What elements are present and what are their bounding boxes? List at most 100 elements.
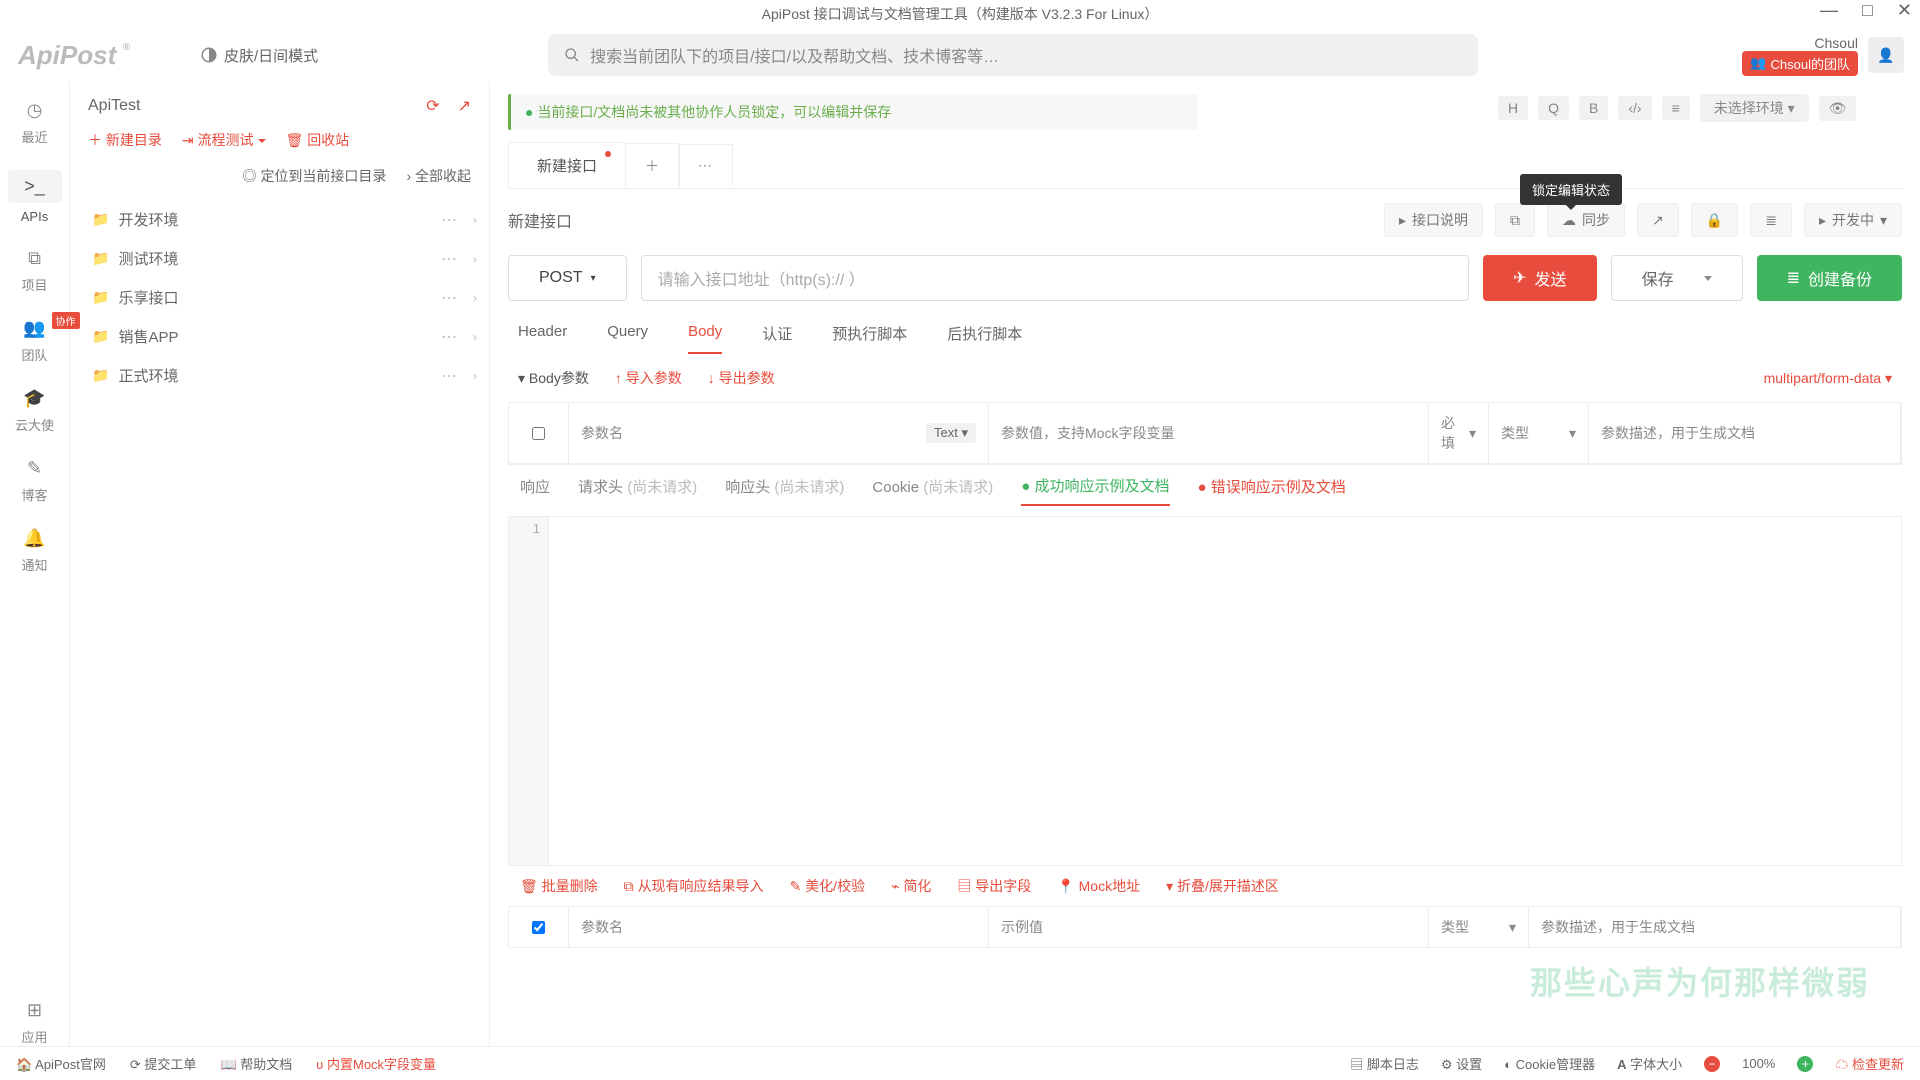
h-button[interactable]: H — [1498, 96, 1528, 120]
op-export-fields[interactable]: ▤ 导出字段 — [957, 876, 1031, 896]
resp-tab-success[interactable]: ● 成功响应示例及文档 — [1021, 475, 1169, 506]
doc-type-select[interactable]: 类型 ▾ — [1429, 907, 1529, 947]
more-icon[interactable]: ⋯ — [441, 210, 459, 230]
content-type-select[interactable]: multipart/form-data ▾ — [1764, 370, 1892, 387]
rail-cloud[interactable]: 🎓云大使 — [8, 388, 62, 434]
rail-blog[interactable]: ✎博客 — [8, 458, 62, 504]
more-icon[interactable]: ⋯ — [441, 288, 459, 308]
type-dropdown[interactable]: Text ▾ — [926, 423, 976, 443]
chevron-right-icon: › — [473, 291, 477, 305]
foot-ticket[interactable]: ⟳ 提交工单 — [130, 1054, 197, 1073]
folder-item[interactable]: 📁正式环境⋯› — [70, 356, 489, 395]
op-import-response[interactable]: ⧉ 从现有响应结果导入 — [624, 876, 764, 896]
foot-log[interactable]: ▤ 脚本日志 — [1350, 1054, 1419, 1073]
doc-name-input[interactable]: 参数名 — [569, 907, 989, 947]
backup-button[interactable]: ≣ 创建备份 — [1757, 255, 1902, 301]
subtab-postscript[interactable]: 后执行脚本 — [947, 323, 1022, 354]
resp-tab-error[interactable]: ● 错误响应示例及文档 — [1198, 476, 1346, 505]
more-icon[interactable]: ⋯ — [441, 249, 459, 269]
url-input[interactable]: 请输入接口地址（http(s):// ） — [641, 255, 1470, 301]
subtab-query[interactable]: Query — [607, 323, 648, 354]
doc-desc-input[interactable]: 参数描述，用于生成文档 — [1529, 907, 1901, 947]
folder-item[interactable]: 📁开发环境⋯› — [70, 200, 489, 239]
foot-cookie[interactable]: ◐ Cookie管理器 — [1504, 1054, 1595, 1073]
body-params-toggle[interactable]: ▾ Body参数 — [518, 368, 589, 388]
window-close[interactable]: ✕ — [1897, 0, 1912, 21]
send-button[interactable]: ✈ 发送 — [1483, 255, 1596, 301]
op-simplify[interactable]: ⌁ 简化 — [891, 876, 931, 896]
api-description-button[interactable]: ▸ 接口说明 — [1384, 203, 1483, 237]
share-icon[interactable]: ↗ — [458, 96, 471, 116]
resp-tab-cookie[interactable]: Cookie (尚未请求) — [872, 476, 993, 505]
subtab-body[interactable]: Body — [688, 323, 722, 354]
doc-row-checkbox[interactable] — [532, 921, 545, 934]
foot-settings[interactable]: ⚙ 设置 — [1441, 1054, 1482, 1073]
rail-apis[interactable]: >_APIs — [8, 170, 62, 224]
add-tab-button[interactable]: ＋ — [625, 143, 679, 188]
folder-item[interactable]: 📁乐享接口⋯› — [70, 278, 489, 317]
export-params-button[interactable]: ↓ 导出参数 — [708, 368, 775, 388]
db-button[interactable]: ≣ — [1750, 203, 1792, 237]
foot-help[interactable]: 📖 帮助文档 — [220, 1054, 292, 1073]
rail-recent[interactable]: ◷最近 — [8, 100, 62, 146]
team-badge[interactable]: 👥 Chsoul的团队 — [1742, 51, 1858, 76]
param-desc-header[interactable]: 参数描述，用于生成文档 — [1589, 403, 1901, 463]
response-editor[interactable]: 1 — [508, 516, 1902, 866]
rail-project[interactable]: ⧉项目 — [8, 248, 62, 294]
locate-button[interactable]: ◎ 定位到当前接口目录 — [243, 166, 387, 186]
tab-more-button[interactable]: ⋯ — [679, 144, 733, 186]
rail-notify[interactable]: 🔔通知 — [8, 528, 62, 574]
resp-tab-reqheaders[interactable]: 请求头 (尚未请求) — [578, 476, 697, 505]
zoom-in-button[interactable]: + — [1797, 1056, 1813, 1072]
tab-new-api[interactable]: 新建接口 — [508, 142, 626, 188]
resp-tab-respheaders[interactable]: 响应头 (尚未请求) — [725, 476, 844, 505]
zoom-out-button[interactable]: − — [1704, 1056, 1720, 1072]
op-fold-desc[interactable]: ▾ 折叠/展开描述区 — [1166, 876, 1279, 896]
window-maximize[interactable]: □ — [1862, 0, 1873, 21]
subtab-header[interactable]: Header — [518, 323, 567, 354]
more-icon[interactable]: ⋯ — [441, 327, 459, 347]
copy-button[interactable]: ⧉ — [1495, 203, 1535, 237]
flow-test-button[interactable]: ⇥ 流程测试 — [182, 130, 266, 150]
foot-fontsize[interactable]: A 字体大小 — [1617, 1054, 1682, 1073]
op-mock-url[interactable]: 📍 Mock地址 — [1057, 876, 1140, 896]
rail-apps[interactable]: ⊞应用 — [8, 1000, 62, 1046]
new-folder-button[interactable]: ＋ 新建目录 — [88, 130, 162, 150]
rail-team[interactable]: 👥团队 — [8, 318, 62, 364]
b-button[interactable]: B — [1579, 96, 1608, 120]
code-button[interactable]: ‹/› — [1618, 96, 1651, 120]
status-select[interactable]: ▸ 开发中 ▾ — [1804, 203, 1902, 237]
refresh-icon[interactable]: ⟳ — [426, 96, 439, 116]
avatar[interactable]: 👤 — [1868, 37, 1904, 73]
window-minimize[interactable]: — — [1820, 0, 1838, 21]
env-select[interactable]: 未选择环境 ▾ — [1700, 94, 1809, 122]
preview-button[interactable]: 👁 — [1819, 96, 1857, 121]
more-icon[interactable]: ⋯ — [441, 366, 459, 386]
param-row-checkbox[interactable] — [532, 427, 545, 440]
http-method-select[interactable]: POST ▾ — [508, 255, 627, 301]
resp-tab-response[interactable]: 响应 — [520, 476, 550, 505]
param-value-header[interactable]: 参数值，支持Mock字段变量 — [989, 403, 1429, 463]
list-button[interactable]: ≡ — [1662, 96, 1690, 120]
save-button[interactable]: 保存 — [1611, 255, 1743, 301]
skin-toggle[interactable]: 皮肤/日间模式 — [160, 45, 318, 66]
op-beautify[interactable]: ✎ 美化/校验 — [790, 876, 866, 896]
param-name-header[interactable]: 参数名Text ▾ — [569, 403, 989, 463]
subtab-prescript[interactable]: 预执行脚本 — [832, 323, 907, 354]
foot-update[interactable]: ☁ 检查更新 — [1835, 1054, 1904, 1073]
foot-home[interactable]: 🏠 ApiPost官网 — [16, 1054, 106, 1073]
op-batch-delete[interactable]: 🗑 批量删除 — [520, 876, 598, 896]
folder-item[interactable]: 📁测试环境⋯› — [70, 239, 489, 278]
share-button[interactable]: ↗ — [1637, 203, 1679, 237]
global-search[interactable]: 搜索当前团队下的项目/接口/以及帮助文档、技术博客等… — [548, 34, 1478, 76]
foot-mock-var[interactable]: ʋ 内置Mock字段变量 — [316, 1054, 436, 1073]
doc-example-input[interactable]: 示例值 — [989, 907, 1429, 947]
q-button[interactable]: Q — [1538, 96, 1569, 120]
sync-button[interactable]: ☁ 同步 — [1547, 203, 1625, 237]
lock-button[interactable]: 🔒 — [1691, 203, 1738, 237]
collapse-all-button[interactable]: › 全部收起 — [406, 166, 471, 186]
subtab-auth[interactable]: 认证 — [762, 323, 792, 354]
recycle-button[interactable]: 🗑 回收站 — [286, 130, 350, 150]
folder-item[interactable]: 📁销售APP⋯› — [70, 317, 489, 356]
import-params-button[interactable]: ↑ 导入参数 — [615, 368, 682, 388]
